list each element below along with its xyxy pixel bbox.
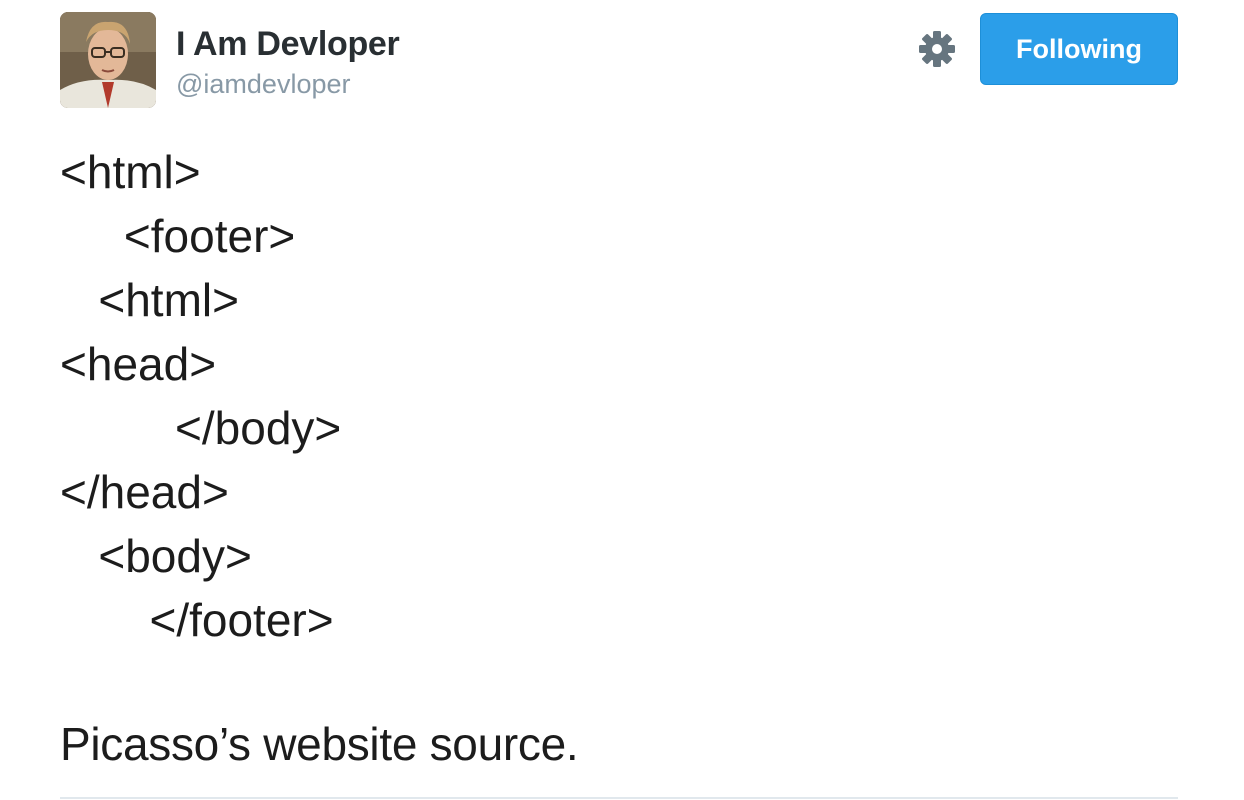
code-line: <html> <box>60 146 201 198</box>
author-display-name[interactable]: I Am Devloper <box>176 24 400 64</box>
tweet-code-block: <html> <footer> <html> <head> </body> </… <box>60 140 341 652</box>
avatar[interactable] <box>60 12 156 108</box>
tweet-caption: Picasso’s website source. <box>60 718 579 770</box>
code-line: <body> <box>60 530 252 582</box>
author-handle[interactable]: @iamdevloper <box>176 68 351 100</box>
following-button[interactable]: Following <box>980 13 1178 85</box>
code-line: <head> <box>60 338 217 390</box>
code-line: </footer> <box>60 594 334 646</box>
code-line: </head> <box>60 466 229 518</box>
divider <box>60 797 1178 799</box>
tweet-card: I Am Devloper @iamdevloper Following <ht… <box>0 0 1244 800</box>
code-line: <html> <box>60 274 239 326</box>
code-line: </body> <box>60 402 342 454</box>
gear-icon[interactable] <box>917 29 957 69</box>
code-line: <footer> <box>60 210 296 262</box>
